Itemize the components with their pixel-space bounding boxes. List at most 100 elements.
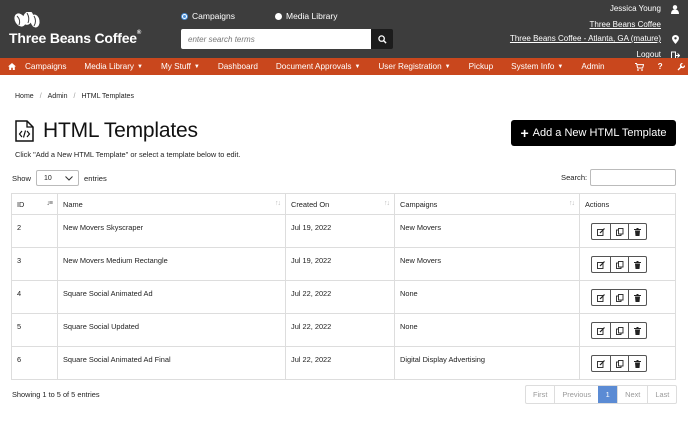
user-area: Jessica Young Three Beans Coffee Three B… [510, 2, 680, 62]
radio-checked-icon [181, 12, 188, 20]
breadcrumb-admin[interactable]: Admin [48, 93, 68, 100]
tools-icon [677, 62, 685, 70]
cell-created: Jul 22, 2022 [285, 346, 395, 380]
cell-name[interactable]: New Movers Skyscraper [57, 214, 286, 248]
col-name[interactable]: Name ↑↓ [57, 193, 286, 215]
copy-button[interactable] [610, 257, 628, 272]
copy-button[interactable] [610, 290, 628, 305]
trash-icon [634, 260, 641, 269]
trash-icon [634, 227, 641, 236]
trash-icon [634, 293, 641, 302]
table-row[interactable]: 2 New Movers Skyscraper Jul 19, 2022 New… [11, 214, 676, 248]
delete-button[interactable] [628, 257, 646, 272]
edit-button[interactable] [592, 290, 610, 305]
sort-icon: ↑↓ [569, 200, 575, 207]
app-header: Three Beans Coffee® Campaigns Media Libr… [0, 0, 688, 59]
radio-campaigns-label: Campaigns [192, 11, 235, 21]
page-previous[interactable]: Previous [554, 386, 598, 403]
page-last[interactable]: Last [647, 386, 676, 403]
copy-icon [615, 359, 623, 368]
show-label: Show [12, 173, 31, 183]
edit-icon [597, 359, 605, 368]
cell-campaigns: None [394, 280, 580, 314]
copy-button[interactable] [610, 224, 628, 239]
location-link[interactable]: Three Beans Coffee - Atlanta, GA (mature… [510, 32, 661, 46]
page-size-control: Show 10 entries [12, 170, 107, 186]
nav-document-approvals[interactable]: Document Approvals ▼ [267, 62, 370, 71]
nav-admin[interactable]: Admin [572, 62, 613, 71]
cell-name[interactable]: Square Social Animated Ad Final [57, 346, 286, 380]
radio-media-library[interactable]: Media Library [275, 11, 338, 21]
cell-created: Jul 19, 2022 [285, 247, 395, 281]
cell-actions [579, 313, 676, 347]
cell-id: 6 [11, 346, 58, 380]
search-scope: Campaigns Media Library [181, 11, 338, 21]
delete-button[interactable] [628, 290, 646, 305]
page-first[interactable]: First [526, 386, 554, 403]
cell-id: 4 [11, 280, 58, 314]
settings-button[interactable] [670, 62, 688, 71]
nav-media-library[interactable]: Media Library ▼ [75, 62, 152, 71]
table-search-input[interactable] [590, 169, 676, 186]
cell-name[interactable]: New Movers Medium Rectangle [57, 247, 286, 281]
file-code-icon [15, 120, 34, 142]
cell-actions [579, 280, 676, 314]
edit-button[interactable] [592, 257, 610, 272]
page-title: HTML Templates [43, 119, 198, 142]
nav-my-stuff[interactable]: My Stuff ▼ [152, 62, 209, 71]
brand-name: Three Beans Coffee® [9, 30, 142, 46]
search-icon [377, 34, 387, 44]
cart-button[interactable] [628, 62, 651, 71]
col-id[interactable]: ID ↓≡ [11, 193, 58, 215]
add-template-button[interactable]: + Add a New HTML Template [511, 120, 676, 146]
nav-campaigns[interactable]: Campaigns [16, 62, 75, 71]
copy-button[interactable] [610, 356, 628, 371]
edit-button[interactable] [592, 224, 610, 239]
search-input[interactable] [181, 29, 371, 49]
col-created[interactable]: Created On ↑↓ [285, 193, 395, 215]
copy-button[interactable] [610, 323, 628, 338]
edit-button[interactable] [592, 356, 610, 371]
cell-name[interactable]: Square Social Animated Ad [57, 280, 286, 314]
caret-down-icon: ▼ [193, 63, 200, 70]
nav-user-registration[interactable]: User Registration ▼ [369, 62, 459, 71]
page-1[interactable]: 1 [598, 386, 618, 403]
nav-pickup[interactable]: Pickup [460, 62, 503, 71]
account-name[interactable]: Three Beans Coffee [590, 18, 661, 32]
edit-icon [597, 260, 605, 269]
table-row[interactable]: 3 New Movers Medium Rectangle Jul 19, 20… [11, 247, 676, 281]
page-next[interactable]: Next [617, 386, 647, 403]
user-name[interactable]: Jessica Young [610, 2, 661, 16]
pagination: First Previous 1 Next Last [525, 385, 678, 404]
caret-down-icon: ▼ [354, 63, 361, 70]
col-actions: Actions [579, 193, 676, 215]
add-template-label: Add a New HTML Template [532, 127, 667, 139]
sort-icon: ↑↓ [384, 200, 390, 207]
edit-button[interactable] [592, 323, 610, 338]
search-button[interactable] [371, 29, 393, 49]
copy-icon [615, 260, 623, 269]
table-row[interactable]: 5 Square Social Updated Jul 22, 2022 Non… [11, 313, 676, 347]
map-marker-icon [670, 34, 680, 44]
delete-button[interactable] [628, 356, 646, 371]
nav-system-info[interactable]: System Info ▼ [502, 62, 572, 71]
nav-home[interactable] [0, 63, 16, 70]
radio-campaigns[interactable]: Campaigns [181, 11, 235, 21]
brand-logo[interactable]: Three Beans Coffee® [9, 12, 142, 46]
table-row[interactable]: 4 Square Social Animated Ad Jul 22, 2022… [11, 280, 676, 314]
table-info: Showing 1 to 5 of 5 entries [12, 390, 100, 399]
help-button[interactable]: ? [651, 62, 670, 71]
table-row[interactable]: 6 Square Social Animated Ad Final Jul 22… [11, 346, 676, 380]
cell-campaigns: New Movers [394, 214, 580, 248]
cell-actions [579, 346, 676, 380]
edit-icon [597, 227, 605, 236]
nav-dashboard[interactable]: Dashboard [209, 62, 267, 71]
delete-button[interactable] [628, 323, 646, 338]
main-nav: Campaigns Media Library ▼ My Stuff ▼ Dashb… [0, 58, 688, 75]
page-size-select[interactable]: 10 [36, 170, 79, 186]
breadcrumb: Home / Admin / HTML Templates [15, 93, 134, 100]
col-campaigns[interactable]: Campaigns ↑↓ [394, 193, 580, 215]
cell-name[interactable]: Square Social Updated [57, 313, 286, 347]
breadcrumb-home[interactable]: Home [15, 93, 34, 100]
delete-button[interactable] [628, 224, 646, 239]
